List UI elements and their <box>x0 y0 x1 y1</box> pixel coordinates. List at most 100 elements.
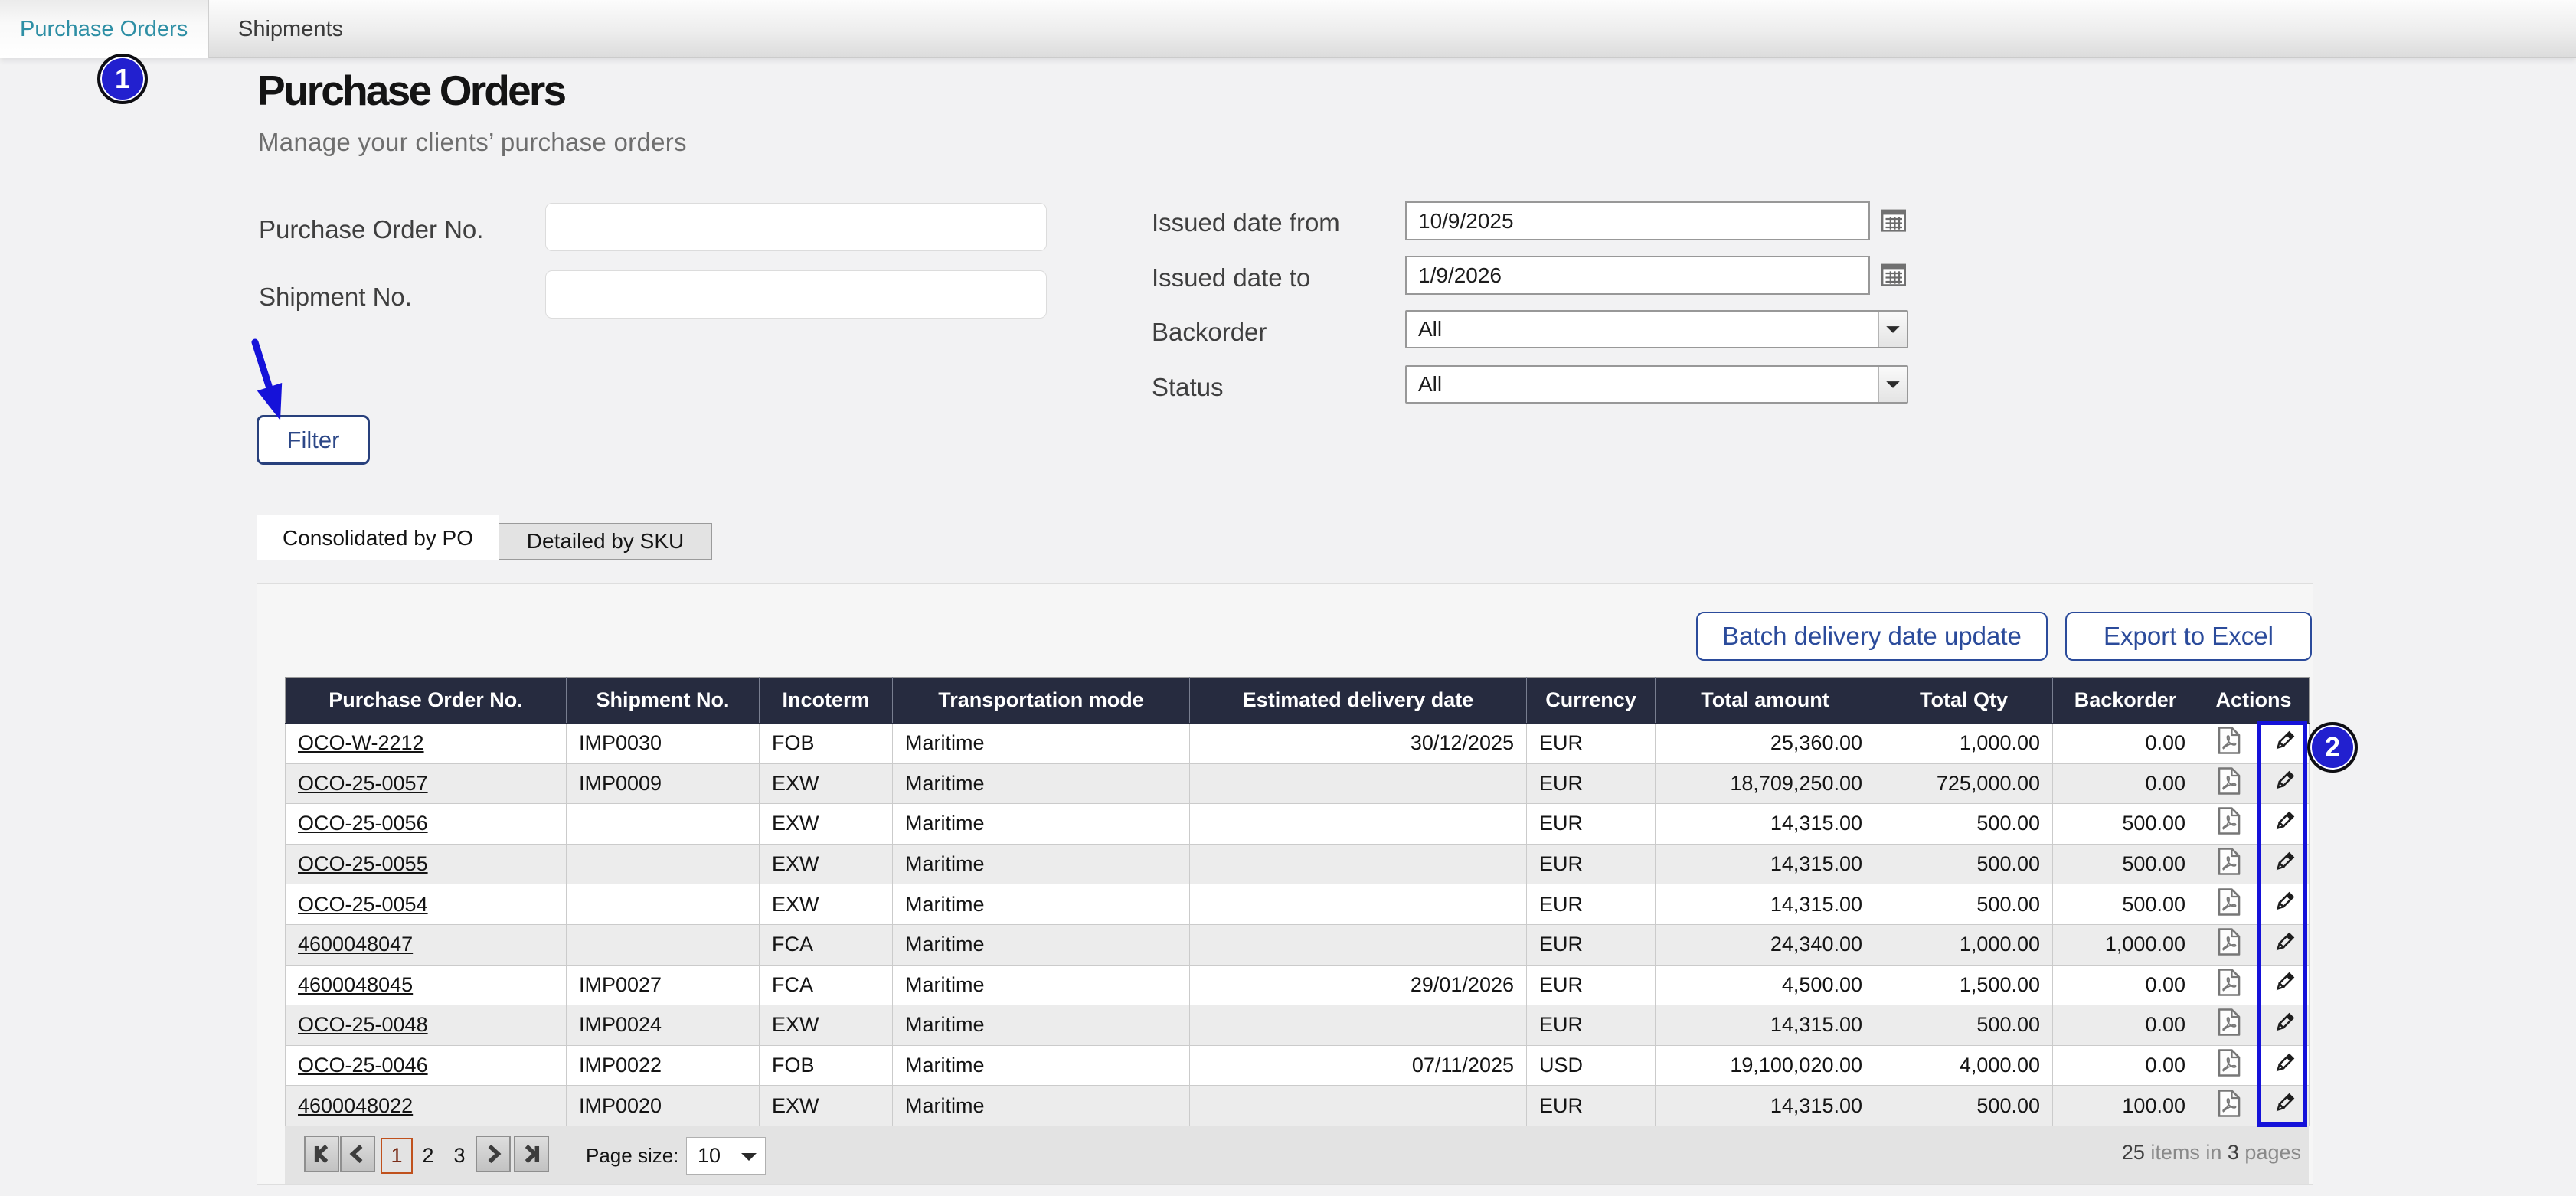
pdf-cell[interactable] <box>2198 924 2260 965</box>
status-select[interactable]: All <box>1405 365 1908 404</box>
pdf-cell[interactable] <box>2198 965 2260 1005</box>
backorder-dropdown-arrow-icon[interactable] <box>1878 312 1907 347</box>
pager-last-button[interactable] <box>514 1136 549 1172</box>
shipment-cell <box>567 804 760 845</box>
backorder-value: All <box>1418 317 1442 341</box>
pager-next-button[interactable] <box>476 1136 511 1172</box>
po-number-link[interactable]: OCO-25-0056 <box>298 812 428 835</box>
column-header-5: Estimated delivery date <box>1190 678 1527 724</box>
table-row: 4600048047FCAMaritimeEUR24,340.001,000.0… <box>286 924 2310 965</box>
incoterm-cell: FOB <box>760 1045 893 1086</box>
status-dropdown-arrow-icon[interactable] <box>1878 367 1907 402</box>
column-header-6: Currency <box>1527 678 1656 724</box>
incoterm-cell: EXW <box>760 1005 893 1046</box>
column-header-10: Actions <box>2198 678 2310 724</box>
po-cell: 4600048045 <box>286 965 567 1005</box>
pager-summary-page-count: 3 <box>2228 1141 2239 1165</box>
pager-prev-button[interactable] <box>340 1136 375 1172</box>
purchase-orders-table: Purchase Order No.Shipment No.IncotermTr… <box>285 677 2310 1126</box>
tab-purchase-orders[interactable]: Purchase Orders <box>0 0 209 58</box>
tab-shipments[interactable]: Shipments <box>209 0 343 58</box>
issued-date-from-input[interactable] <box>1405 201 1870 240</box>
po-number-link[interactable]: 4600048022 <box>298 1094 413 1117</box>
pager-page-2-link[interactable]: 2 <box>417 1138 440 1174</box>
pdf-icon[interactable] <box>2217 968 2241 997</box>
pager-page-3-link[interactable]: 3 <box>448 1138 471 1174</box>
pdf-icon[interactable] <box>2217 1048 2241 1077</box>
page-size-value: 10 <box>698 1144 721 1168</box>
calendar-icon <box>1881 262 1907 288</box>
view-tab-consolidated-by-po[interactable]: Consolidated by PO <box>257 515 499 560</box>
currency-cell: EUR <box>1527 884 1656 925</box>
top-tab-bar: Purchase Orders Shipments <box>0 0 2576 58</box>
purchase-order-no-input[interactable] <box>545 203 1047 251</box>
mode-cell: Maritime <box>893 1086 1190 1126</box>
annotation-arrow <box>230 329 322 452</box>
pdf-icon[interactable] <box>2217 847 2241 876</box>
table-row: 4600048022IMP0020EXWMaritimeEUR14,315.00… <box>286 1086 2310 1126</box>
backorder-cell: 0.00 <box>2053 1045 2198 1086</box>
pdf-icon[interactable] <box>2217 1008 2241 1037</box>
pdf-cell[interactable] <box>2198 844 2260 884</box>
eta-cell <box>1190 1005 1527 1046</box>
qty-cell: 500.00 <box>1875 1005 2053 1046</box>
shipment-cell: IMP0009 <box>567 763 760 804</box>
pager-page-1-current[interactable]: 1 <box>381 1138 413 1174</box>
backorder-select[interactable]: All <box>1405 310 1908 348</box>
po-number-link[interactable]: OCO-25-0046 <box>298 1054 428 1077</box>
pdf-icon[interactable] <box>2217 806 2241 835</box>
export-to-excel-button[interactable]: Export to Excel <box>2065 612 2312 661</box>
pdf-cell[interactable] <box>2198 1086 2260 1126</box>
qty-cell: 500.00 <box>1875 804 2053 845</box>
po-number-link[interactable]: OCO-25-0057 <box>298 772 428 795</box>
issued-date-to-input[interactable] <box>1405 256 1870 295</box>
batch-delivery-date-update-button[interactable]: Batch delivery date update <box>1696 612 2048 661</box>
issued-date-from-calendar-icon[interactable] <box>1881 208 1907 234</box>
po-number-link[interactable]: OCO-25-0054 <box>298 893 428 916</box>
pdf-cell[interactable] <box>2198 1005 2260 1046</box>
pdf-icon[interactable] <box>2217 726 2241 755</box>
backorder-cell: 500.00 <box>2053 884 2198 925</box>
mode-cell: Maritime <box>893 965 1190 1005</box>
pdf-cell[interactable] <box>2198 1045 2260 1086</box>
view-tab-detailed-by-sku[interactable]: Detailed by SKU <box>499 523 712 560</box>
pager-first-button[interactable] <box>304 1136 339 1172</box>
incoterm-cell: EXW <box>760 804 893 845</box>
annotation-rect-actions-column <box>2257 721 2307 1127</box>
column-header-3: Incoterm <box>760 678 893 724</box>
purchase-order-no-label: Purchase Order No. <box>259 215 483 244</box>
pager-summary-text: items in <box>2145 1141 2228 1165</box>
po-number-link[interactable]: OCO-25-0048 <box>298 1013 428 1036</box>
shipment-cell <box>567 844 760 884</box>
shipment-no-input[interactable] <box>545 270 1047 319</box>
page-size-label: Page size: <box>586 1126 678 1185</box>
tab-shipments-label: Shipments <box>238 17 343 42</box>
po-number-link[interactable]: OCO-W-2212 <box>298 731 424 754</box>
pager-current-page-number: 1 <box>391 1144 402 1168</box>
po-number-link[interactable]: 4600048047 <box>298 933 413 956</box>
pdf-icon[interactable] <box>2217 1089 2241 1118</box>
column-header-7: Total amount <box>1656 678 1875 724</box>
shipment-cell: IMP0027 <box>567 965 760 1005</box>
po-number-link[interactable]: OCO-25-0055 <box>298 852 428 875</box>
pdf-cell[interactable] <box>2198 763 2260 804</box>
shipment-no-label: Shipment No. <box>259 283 412 312</box>
view-tab-detailed-label: Detailed by SKU <box>527 529 684 554</box>
pager-summary: 25 items in 3 pages <box>2122 1123 2301 1181</box>
issued-date-to-calendar-icon[interactable] <box>1881 262 1907 288</box>
po-cell: OCO-25-0054 <box>286 884 567 925</box>
mode-cell: Maritime <box>893 844 1190 884</box>
incoterm-cell: FOB <box>760 724 893 764</box>
qty-cell: 500.00 <box>1875 844 2053 884</box>
pdf-icon[interactable] <box>2217 887 2241 917</box>
page-size-select[interactable]: 10 <box>686 1137 766 1175</box>
pdf-cell[interactable] <box>2198 804 2260 845</box>
pdf-icon[interactable] <box>2217 766 2241 796</box>
pdf-cell[interactable] <box>2198 884 2260 925</box>
pdf-cell[interactable] <box>2198 724 2260 764</box>
amount-cell: 18,709,250.00 <box>1656 763 1875 804</box>
eta-cell: 29/01/2026 <box>1190 965 1527 1005</box>
po-cell: OCO-25-0056 <box>286 804 567 845</box>
po-number-link[interactable]: 4600048045 <box>298 973 413 996</box>
pdf-icon[interactable] <box>2217 927 2241 956</box>
